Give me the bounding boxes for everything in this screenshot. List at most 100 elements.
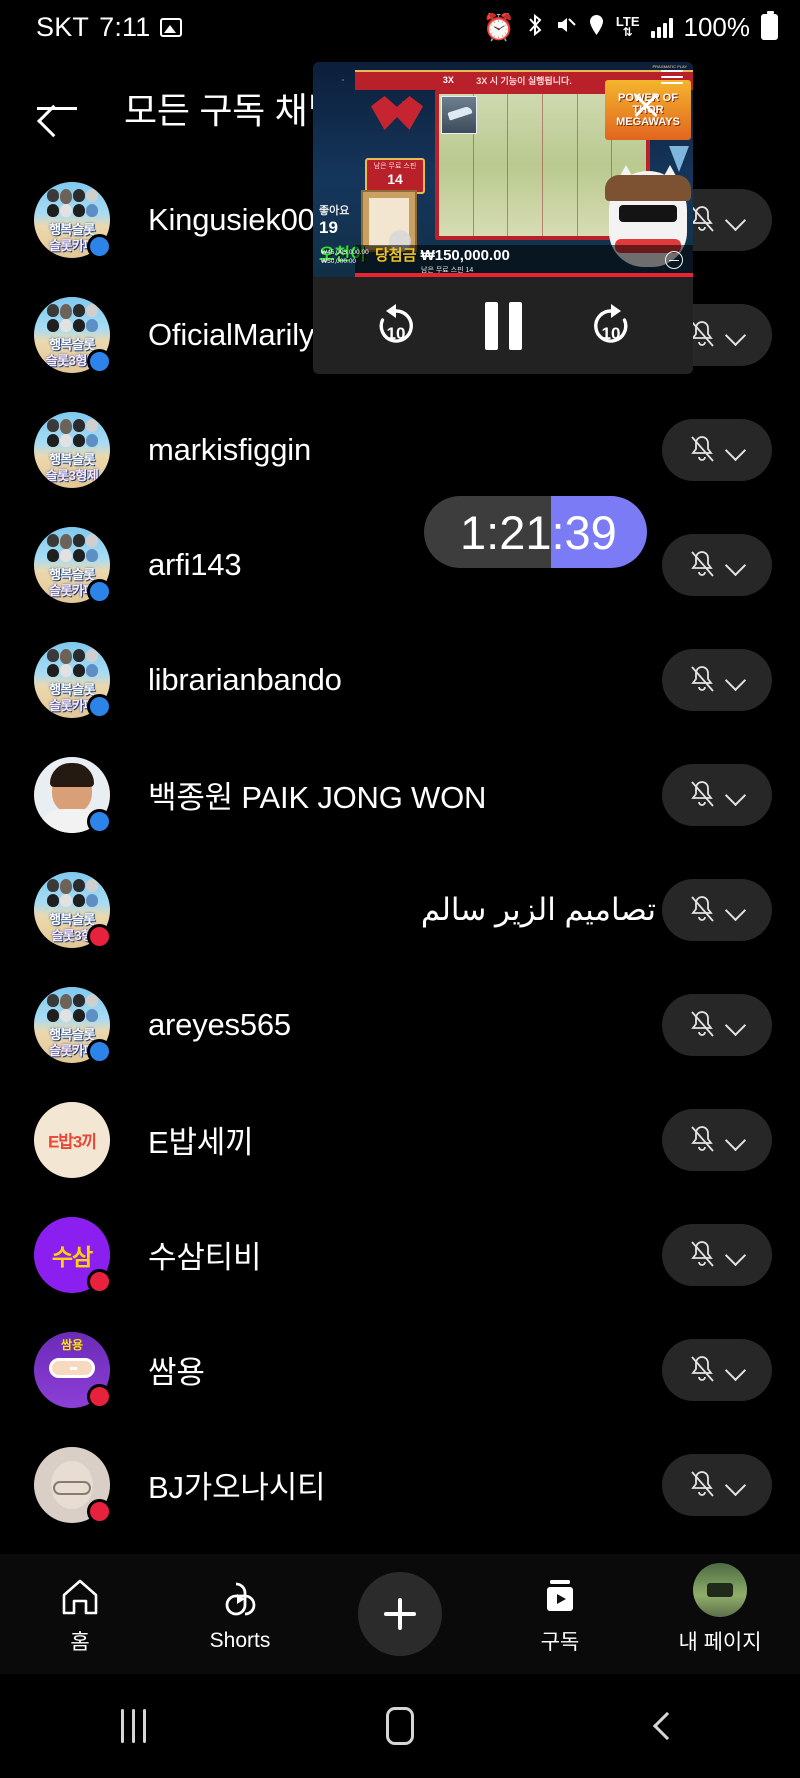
seek-time-tooltip[interactable]: 1:21 :39 xyxy=(424,496,647,568)
forward-10-icon[interactable]: 10 xyxy=(584,299,638,353)
recents-button[interactable] xyxy=(0,1709,267,1743)
floating-video-player[interactable]: PRAGMATIC PLAY 3X 3X 시 기능이 실행됩니다. 남은 무료 … xyxy=(313,62,693,374)
bell-off-icon xyxy=(687,779,717,811)
close-icon[interactable] xyxy=(629,88,663,122)
carrier-label: SKT xyxy=(36,11,90,42)
avatar[interactable]: 행복슬롯 슬롯카페 xyxy=(34,526,112,604)
multiplier-label: 3X xyxy=(442,75,454,85)
balance-primary: ₩45,003,000.00 xyxy=(321,248,369,256)
avatar-text-top: 행복슬롯 xyxy=(49,451,95,467)
chevron-down-icon xyxy=(725,439,747,461)
notification-button[interactable] xyxy=(662,763,772,826)
bell-off-icon xyxy=(687,1009,717,1041)
status-bar: SKT 7:11 ⏰ LTE ⇅ 100% xyxy=(0,0,800,54)
minus-icon[interactable] xyxy=(665,251,683,269)
avatar[interactable]: 쌈용 xyxy=(34,1331,112,1409)
status-badge xyxy=(87,1498,112,1524)
channel-row[interactable]: BJ가오나시티 xyxy=(0,1427,800,1542)
avatar[interactable]: 수삼 xyxy=(34,1216,112,1294)
nav-item-subscriptions[interactable]: 구독 xyxy=(480,1573,640,1656)
chevron-down-icon xyxy=(725,209,747,231)
channel-name: E밥세끼 xyxy=(148,1125,254,1160)
channel-row[interactable]: 쌈용 쌈용 xyxy=(0,1312,800,1427)
seek-remaining-label: :39 xyxy=(551,505,617,559)
bell-off-icon xyxy=(687,549,717,581)
nav-label-home: 홈 xyxy=(70,1630,90,1654)
pause-button[interactable] xyxy=(484,301,522,350)
channel-row[interactable]: 백종원 PAIK JONG WON xyxy=(0,737,800,852)
nav-item-create[interactable] xyxy=(320,1572,480,1656)
bell-off-icon xyxy=(687,1354,717,1386)
avatar-image: E밥3끼 xyxy=(34,1101,110,1178)
notification-button[interactable] xyxy=(662,1453,772,1516)
avatar-text-top: 쌈용 xyxy=(60,1337,84,1352)
bell-off-icon xyxy=(687,434,717,466)
channel-row[interactable]: 행복슬롯 슬롯카페 librarianbando xyxy=(0,622,800,737)
notification-button[interactable] xyxy=(662,993,772,1056)
reel-symbol xyxy=(441,96,477,134)
chevron-down-icon xyxy=(725,1474,747,1496)
shorts-icon xyxy=(218,1576,262,1620)
bottom-navigation-bar[interactable]: 홈 Shorts 구독 내 페이지 xyxy=(0,1554,800,1674)
avatar[interactable]: 행복슬롯 슬롯3형 xyxy=(34,871,112,949)
nav-item-mypage[interactable]: 내 페이지 xyxy=(640,1562,800,1656)
avatar-text-bottom: 슬롯3형제 xyxy=(45,467,99,483)
notification-button[interactable] xyxy=(662,1223,772,1286)
channel-name: librarianbando xyxy=(148,661,342,697)
notification-button[interactable] xyxy=(662,1108,772,1171)
channel-name: 쌈용 xyxy=(148,1355,205,1390)
avatar[interactable]: 행복슬롯 슬롯카페 xyxy=(34,986,112,1064)
notification-button[interactable] xyxy=(662,648,772,711)
avatar[interactable]: 행복슬롯 슬롯카페 xyxy=(34,181,112,259)
player-controls[interactable]: 10 10 xyxy=(313,277,693,374)
gate-decoration xyxy=(359,84,435,144)
status-bar-left: SKT 7:11 xyxy=(36,11,183,43)
channel-row[interactable]: 행복슬롯 슬롯카페 areyes565 xyxy=(0,967,800,1082)
nav-item-shorts[interactable]: Shorts xyxy=(160,1576,320,1653)
notification-button[interactable] xyxy=(662,533,772,596)
notification-button[interactable] xyxy=(662,1338,772,1401)
chevron-down-icon xyxy=(725,324,747,346)
status-badge xyxy=(87,578,112,604)
avatar-icon xyxy=(693,1562,747,1617)
balance-secondary: ₩50,000.00 xyxy=(321,258,357,266)
status-bar-right: ⏰ LTE ⇅ 100% xyxy=(483,11,778,43)
bell-off-icon xyxy=(687,664,717,696)
back-arrow-icon[interactable] xyxy=(34,85,80,131)
avatar[interactable]: 행복슬롯 슬롯카페 xyxy=(34,641,112,719)
avatar-text-top: 수삼 xyxy=(51,1243,93,1270)
nav-label-shorts: Shorts xyxy=(209,1628,271,1652)
channel-name: areyes565 xyxy=(148,1006,291,1042)
channel-row[interactable]: 행복슬롯 슬롯3형 تصاميم الزير سالم xyxy=(0,852,800,967)
notification-button[interactable] xyxy=(662,878,772,941)
back-button[interactable] xyxy=(533,1711,800,1741)
seek-remaining: :39 xyxy=(551,496,647,568)
video-frame[interactable]: PRAGMATIC PLAY 3X 3X 시 기능이 실행됩니다. 남은 무료 … xyxy=(313,62,693,277)
like-counter: 좋아요 19 xyxy=(319,202,349,238)
plus-icon[interactable] xyxy=(358,1572,442,1656)
screenshot-icon xyxy=(160,17,183,37)
game-banner-text: 3X 시 기능이 실행됩니다. xyxy=(476,76,572,86)
chevron-down-icon xyxy=(725,1244,747,1266)
signal-icon xyxy=(650,17,673,38)
chevron-down-icon xyxy=(725,899,747,921)
avatar[interactable]: E밥3끼 xyxy=(34,1101,110,1178)
avatar[interactable]: 행복슬롯 슬롯3형제 xyxy=(34,296,112,374)
system-navigation-bar[interactable] xyxy=(0,1674,800,1778)
channel-row[interactable]: 행복슬롯 슬롯3형제 markisfiggin xyxy=(0,392,800,507)
avatar[interactable] xyxy=(34,1446,112,1524)
status-badge xyxy=(87,233,112,259)
free-spins-counter: 남은 무료 스핀 14 xyxy=(365,158,425,194)
channel-row[interactable]: 수삼 수삼티비 xyxy=(0,1197,800,1312)
avatar-text-top: E밥3끼 xyxy=(47,1132,97,1151)
avatar[interactable]: 행복슬롯 슬롯3형제 xyxy=(34,411,110,488)
channel-row[interactable]: E밥3끼 E밥세끼 xyxy=(0,1082,800,1197)
home-button[interactable] xyxy=(267,1707,534,1745)
channel-row[interactable]: 행복슬롯 슬롯카페 arfi143 xyxy=(0,507,800,622)
channel-name: 백종원 PAIK JONG WON xyxy=(148,780,487,815)
rewind-10-icon[interactable]: 10 xyxy=(369,299,423,353)
avatar[interactable] xyxy=(34,756,112,834)
nav-item-home[interactable]: 홈 xyxy=(0,1573,160,1656)
menu-icon[interactable] xyxy=(661,70,683,86)
notification-button[interactable] xyxy=(662,418,772,481)
